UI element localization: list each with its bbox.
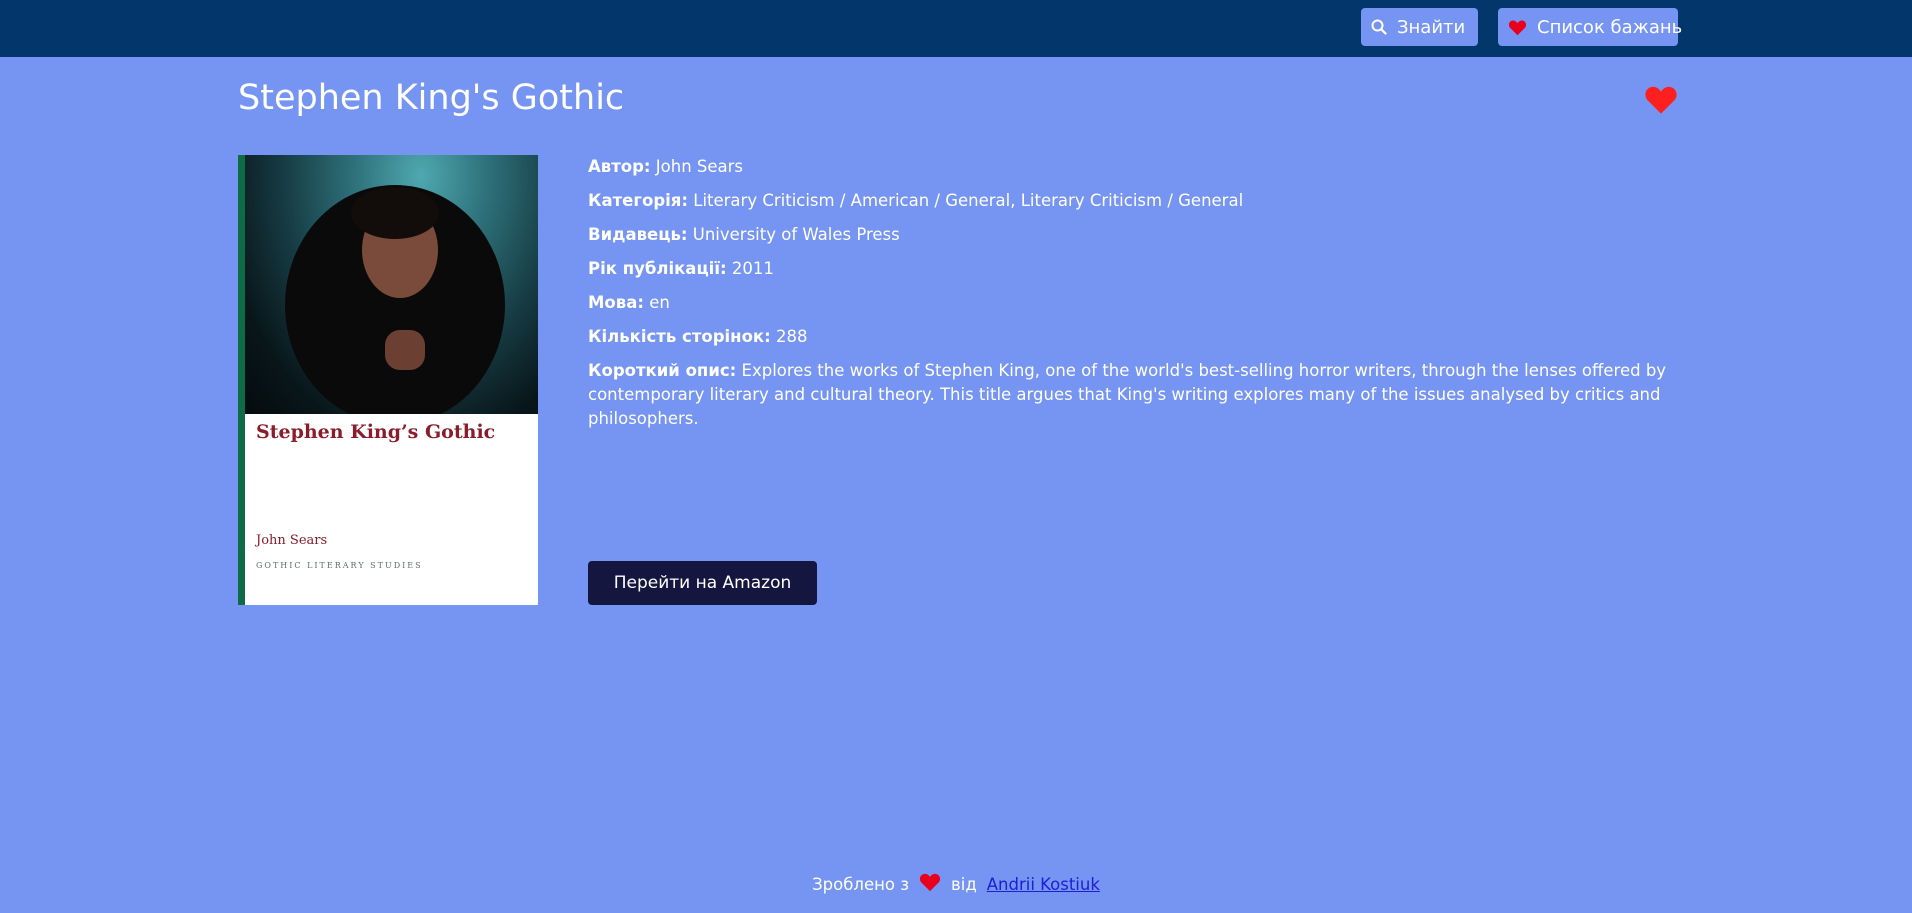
detail-author-value: John Sears (655, 157, 744, 176)
book-title: Stephen King's Gothic (238, 78, 625, 118)
book-cover-image: Stephen King’s Gothic John Sears GOTHIC … (238, 155, 538, 605)
favorite-heart-icon[interactable] (1644, 84, 1678, 119)
detail-year: Рік публікації: 2011 (588, 257, 1688, 281)
detail-category-value: Literary Criticism / American / General,… (693, 191, 1244, 210)
cover-spine-stripe (238, 155, 245, 605)
detail-category: Категорія: Literary Criticism / American… (588, 189, 1688, 213)
wishlist-button[interactable]: Список бажань (1498, 8, 1682, 46)
cover-series-text: GOTHIC LITERARY STUDIES (256, 561, 423, 570)
detail-publisher-value: University of Wales Press (692, 225, 900, 244)
footer-author-link[interactable]: Andrii Kostiuk (987, 875, 1100, 894)
detail-language-value: en (649, 293, 670, 312)
footer: Зроблено з від Andrii Kostiuk (0, 872, 1912, 896)
amazon-button[interactable]: Перейти на Amazon (588, 561, 817, 605)
detail-publisher-label: Видавець: (588, 225, 688, 244)
detail-publisher: Видавець: University of Wales Press (588, 223, 1688, 247)
heart-icon (1508, 19, 1527, 36)
search-button[interactable]: Знайти (1361, 8, 1478, 46)
heart-icon (919, 872, 941, 896)
detail-category-label: Категорія: (588, 191, 688, 210)
wishlist-button-label: Список бажань (1537, 16, 1683, 38)
detail-description-label: Короткий опис: (588, 361, 737, 380)
detail-author-label: Автор: (588, 157, 651, 176)
top-navbar: Знайти Список бажань (0, 0, 1912, 57)
footer-made-with: Зроблено з (812, 874, 910, 894)
detail-language-label: Мова: (588, 293, 644, 312)
detail-pages-value: 288 (775, 327, 808, 346)
cover-author-text: John Sears (256, 533, 328, 548)
detail-year-value: 2011 (731, 259, 774, 278)
detail-language: Мова: en (588, 291, 1688, 315)
search-button-label: Знайти (1397, 16, 1466, 38)
search-icon (1371, 19, 1387, 35)
book-details: Автор: John Sears Категорія: Literary Cr… (588, 155, 1688, 441)
footer-by: від (951, 874, 977, 894)
cover-photo (245, 155, 538, 425)
detail-pages: Кількість сторінок: 288 (588, 325, 1688, 349)
detail-pages-label: Кількість сторінок: (588, 327, 771, 346)
detail-author: Автор: John Sears (588, 155, 1688, 179)
cover-title-text: Stephen King’s Gothic (256, 421, 496, 443)
detail-description: Короткий опис: Explores the works of Ste… (588, 359, 1678, 431)
detail-description-value: Explores the works of Stephen King, one … (588, 361, 1667, 428)
detail-year-label: Рік публікації: (588, 259, 727, 278)
